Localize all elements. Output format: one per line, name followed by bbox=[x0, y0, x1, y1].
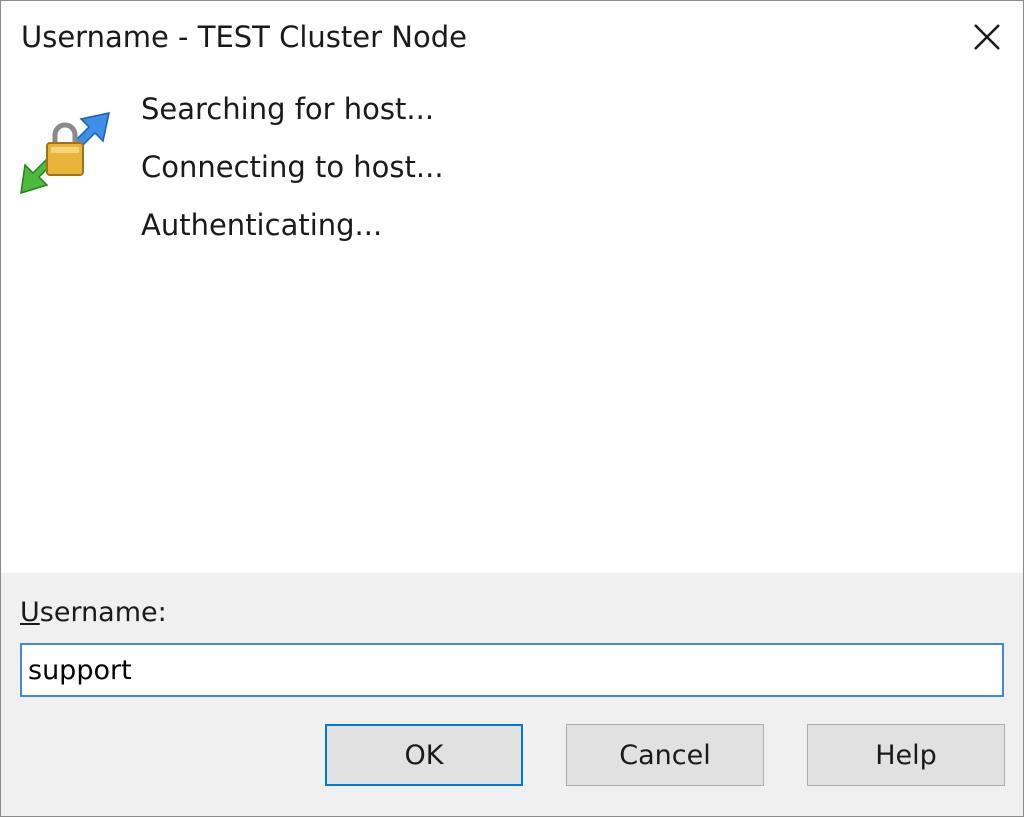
close-icon bbox=[974, 24, 1000, 50]
dialog-window: Username - TEST Cluster Node Searching f… bbox=[0, 0, 1024, 817]
cancel-button[interactable]: Cancel bbox=[566, 724, 764, 786]
label-text: sername: bbox=[39, 597, 167, 628]
status-line: Searching for host... bbox=[141, 92, 435, 126]
status-list: Searching for host... Connecting to host… bbox=[141, 89, 444, 263]
label-accelerator: U bbox=[20, 597, 40, 628]
status-line: Connecting to host... bbox=[141, 150, 444, 184]
help-button[interactable]: Help bbox=[807, 724, 1005, 786]
secure-connection-icon bbox=[20, 112, 110, 195]
window-title: Username - TEST Cluster Node bbox=[21, 20, 467, 54]
status-panel: Searching for host... Connecting to host… bbox=[1, 77, 1023, 573]
status-line: Authenticating... bbox=[141, 208, 383, 242]
close-button[interactable] bbox=[965, 15, 1009, 59]
username-label: Username: bbox=[20, 597, 167, 628]
title-bar: Username - TEST Cluster Node bbox=[1, 1, 1023, 77]
login-panel: Username: OK Cancel Help bbox=[1, 573, 1023, 816]
ok-button[interactable]: OK bbox=[325, 724, 523, 786]
username-input[interactable] bbox=[20, 643, 1004, 697]
